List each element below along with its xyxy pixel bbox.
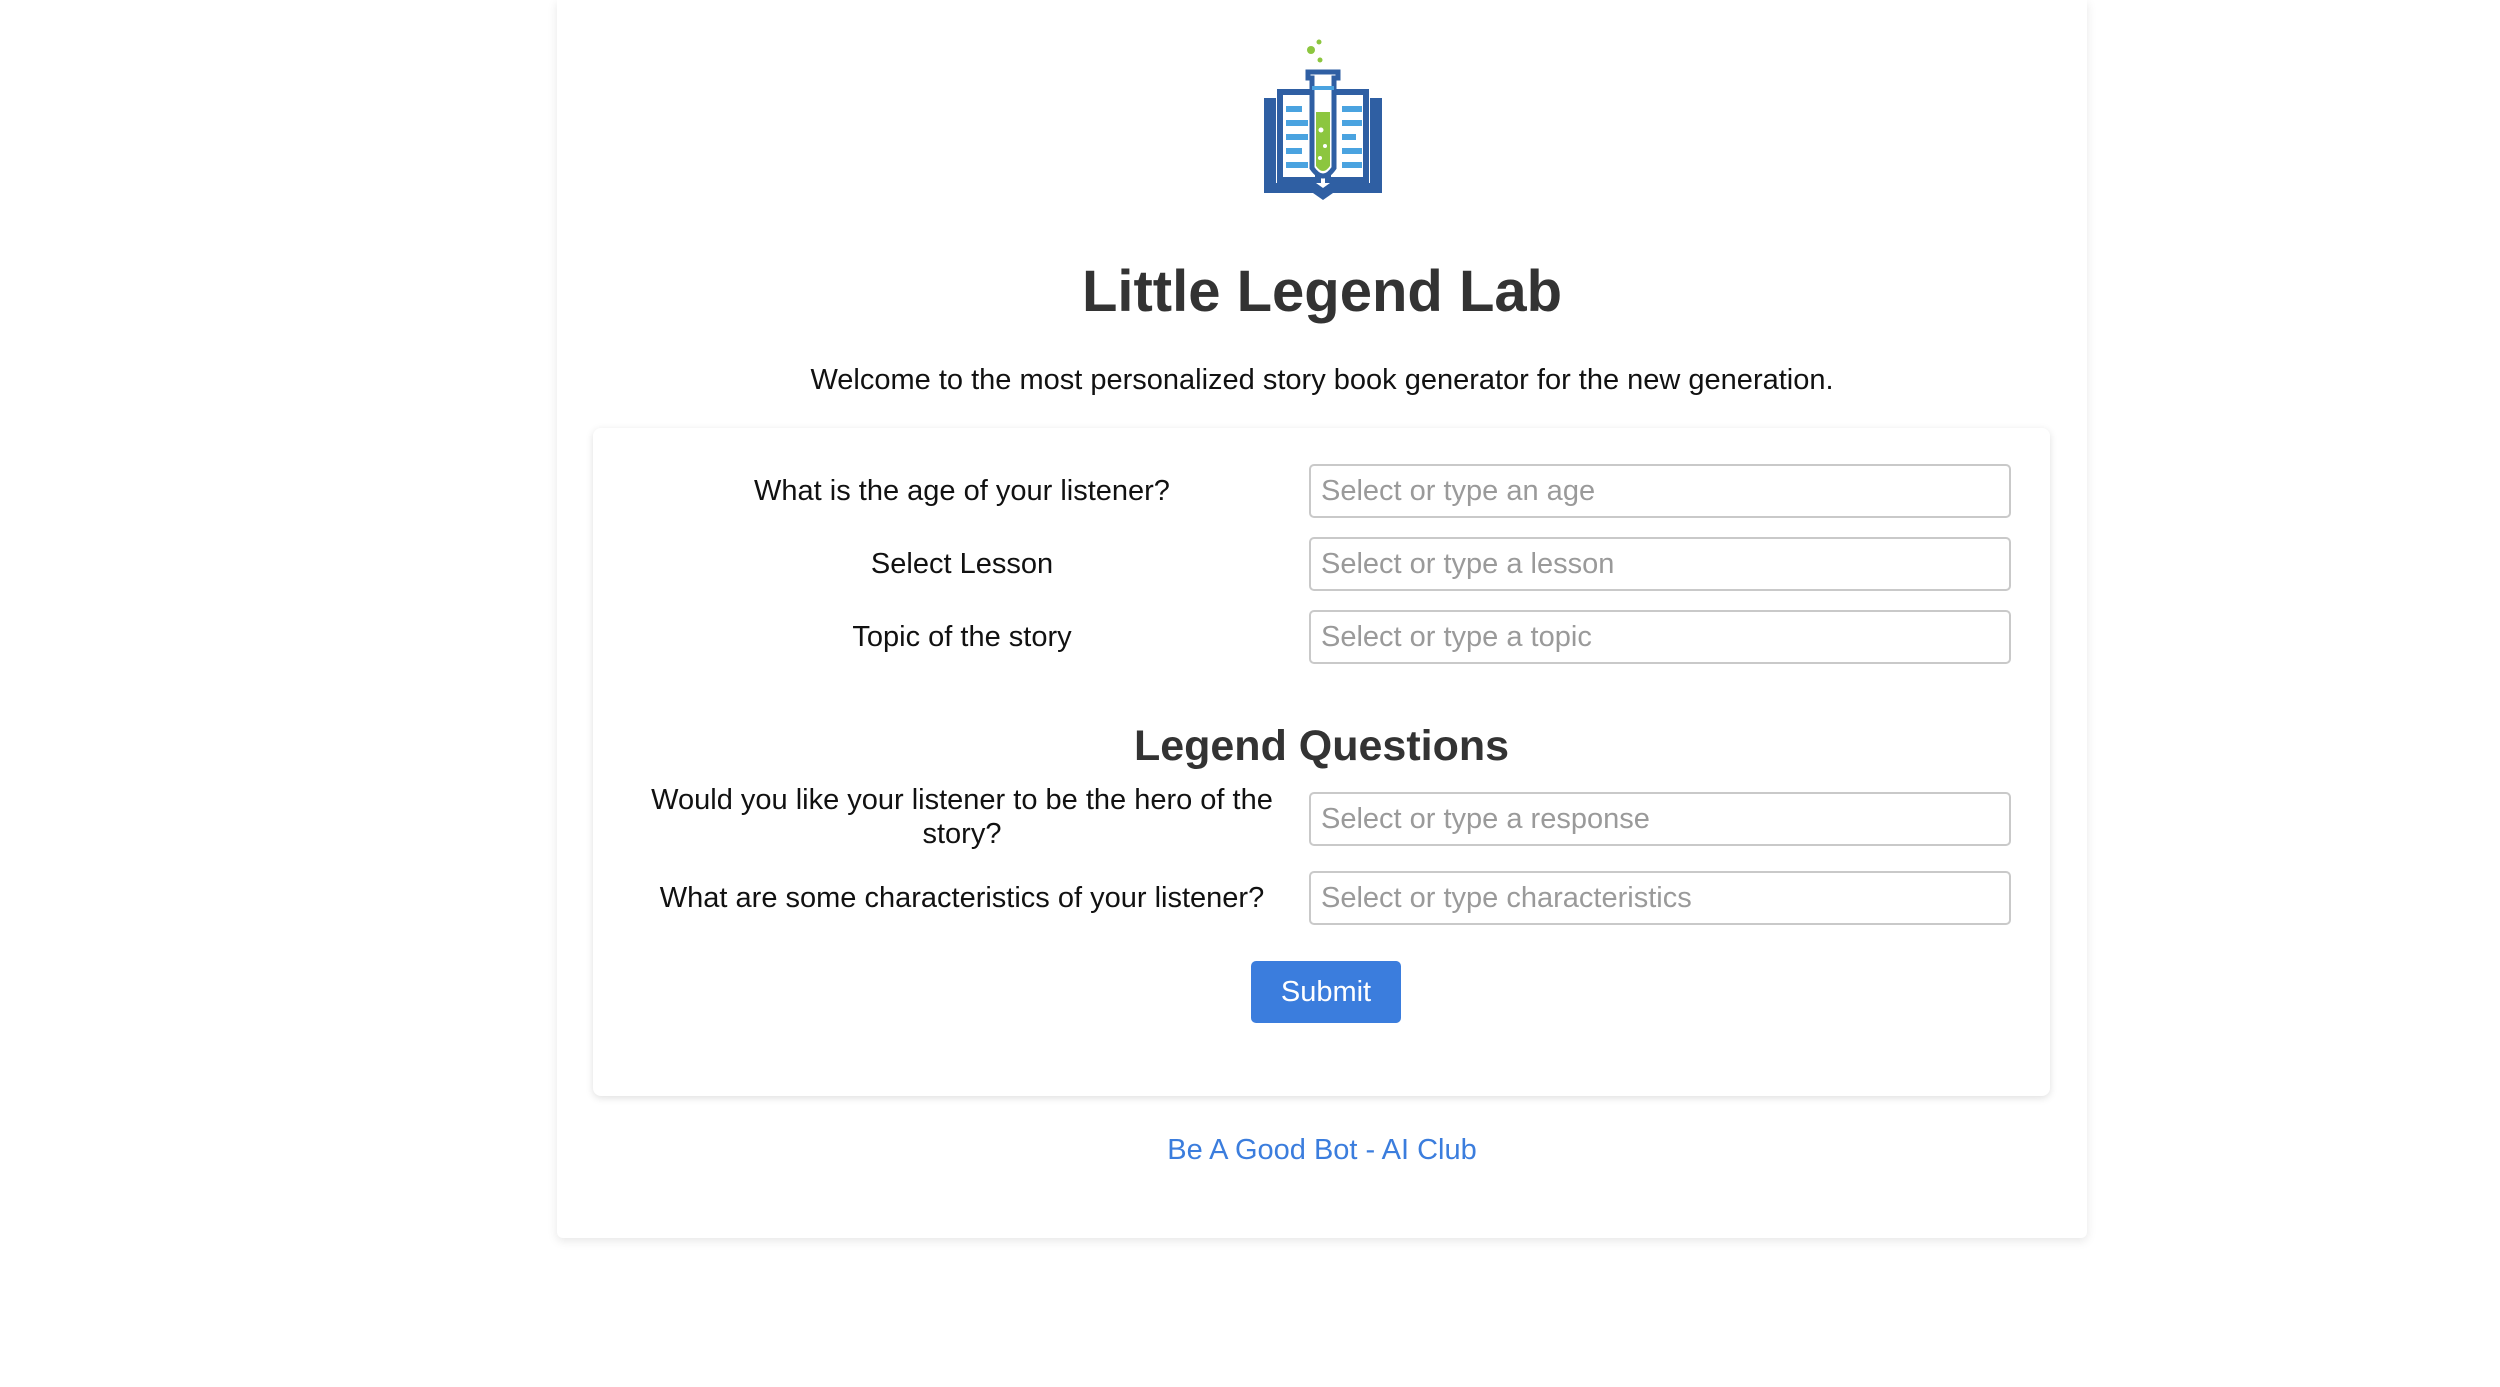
age-input[interactable] — [1309, 464, 2011, 518]
age-label: What is the age of your listener? — [754, 475, 1170, 507]
story-form-card: What is the age of your listener? Select… — [593, 428, 2050, 1096]
lesson-label: Select Lesson — [870, 548, 1054, 580]
hero-input[interactable] — [1309, 792, 2011, 846]
page-subtitle: Welcome to the most personalized story b… — [810, 364, 1834, 396]
lesson-input[interactable] — [1309, 537, 2011, 591]
characteristics-input[interactable] — [1309, 871, 2011, 925]
legend-questions-heading: Legend Questions — [1133, 722, 1510, 770]
characteristics-label: What are some characteristics of your li… — [659, 882, 1265, 914]
submit-button[interactable]: Submit — [1251, 961, 1401, 1023]
page: Little Legend Lab Welcome to the most pe… — [0, 0, 2500, 1387]
main-container: Little Legend Lab Welcome to the most pe… — [557, 0, 2087, 1238]
topic-label: Topic of the story — [852, 621, 1072, 653]
hero-label: Would you like your listener to be the h… — [651, 784, 1273, 850]
topic-input[interactable] — [1309, 610, 2011, 664]
book-test-tube-icon — [1264, 39, 1382, 200]
ai-club-link[interactable]: Be A Good Bot - AI Club — [557, 1130, 2087, 1170]
page-title: Little Legend Lab — [1081, 259, 1563, 324]
